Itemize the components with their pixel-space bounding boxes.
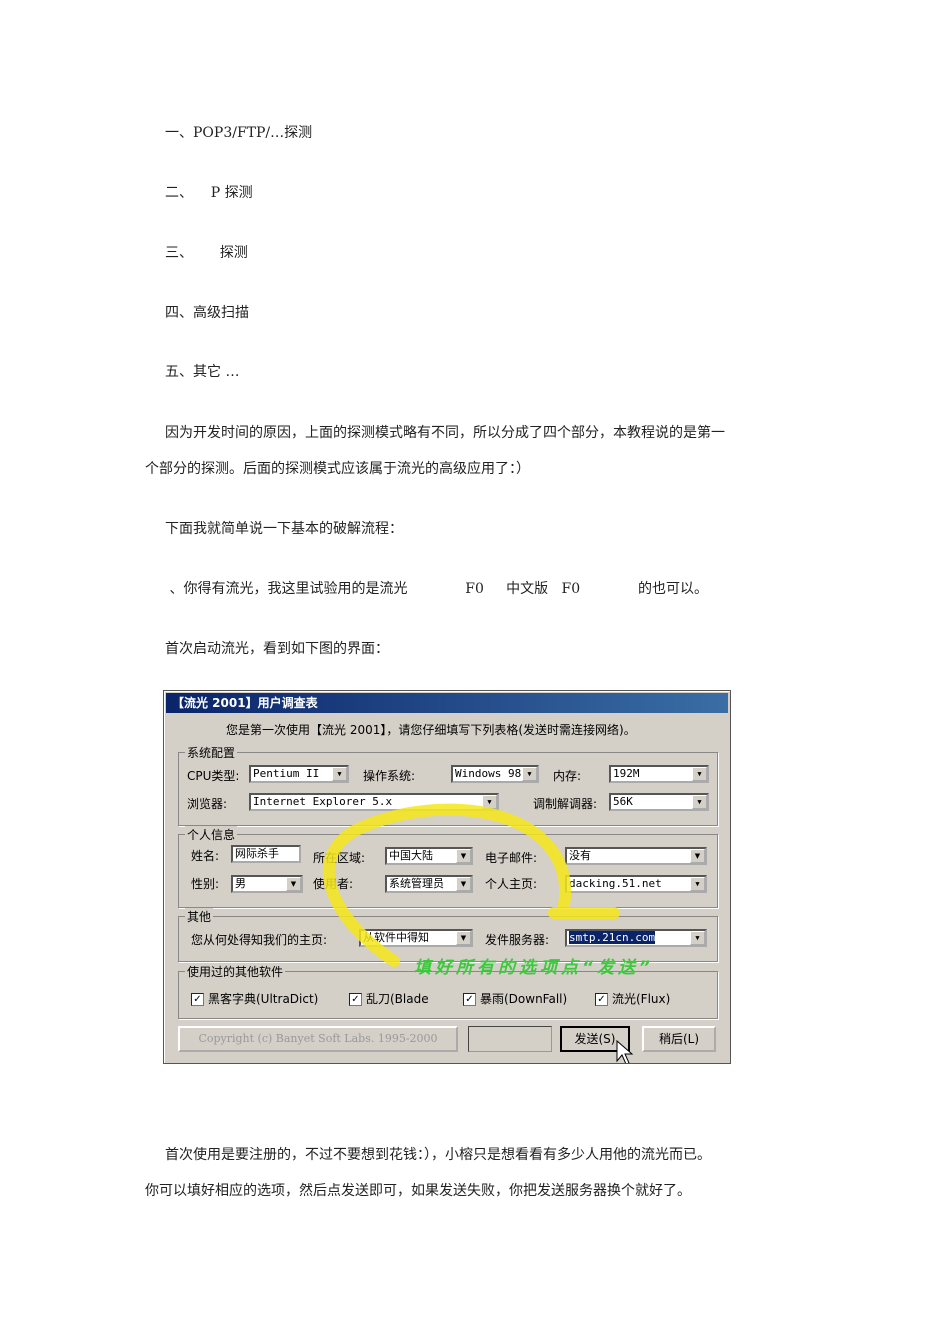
paragraph: 、你得有流光，我这里试验用的是流光 F0 中文版 F0 的也可以。: [165, 581, 708, 597]
list-item: 五、其它 …: [165, 364, 240, 380]
survey-dialog-screenshot: 【流光 2001】用户调查表 您是第一次使用【流光 2001】，请您仔细填写下列…: [163, 690, 731, 1064]
document-page: 一、POP3/FTP/…探测 二、 P 探测 三、 探测 四、高级扫描 五、其它…: [0, 0, 950, 1344]
paragraph: 个部分的探测。后面的探测模式应该属于流光的高级应用了：）: [145, 461, 530, 477]
paragraph: 你可以填好相应的选项，然后点发送即可，如果发送失败，你把发送服务器换个就好了。: [145, 1183, 691, 1199]
paragraph: 因为开发时间的原因，上面的探测模式略有不同，所以分成了四个部分，本教程说的是第一: [165, 425, 725, 441]
cursor-icon: [616, 1039, 634, 1063]
list-item: 一、POP3/FTP/…探测: [165, 125, 313, 141]
paragraph: 首次启动流光，看到如下图的界面：: [165, 641, 389, 657]
list-item: 二、 P 探测: [165, 185, 253, 201]
list-item: 三、 探测: [165, 245, 248, 261]
yellow-annotation-circle: [322, 803, 634, 1063]
paragraph: 下面我就简单说一下基本的破解流程：: [165, 521, 403, 537]
annotation-text: 填好所有的选项点“发送”: [414, 958, 654, 978]
list-item: 四、高级扫描: [165, 305, 249, 321]
paragraph: 首次使用是要注册的，不过不要想到花钱：），小榕只是想看看有多少人用他的流光而已。: [165, 1147, 711, 1163]
